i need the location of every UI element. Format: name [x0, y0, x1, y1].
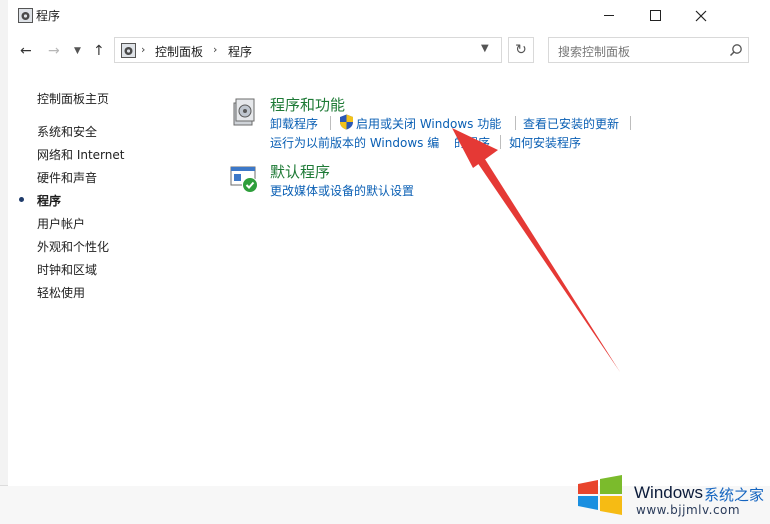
watermark-url: www.bjjmlv.com	[636, 503, 741, 517]
windows-logo-icon	[578, 475, 622, 515]
annotation-arrow	[452, 128, 620, 372]
watermark-brand-cn: 系统之家	[704, 486, 765, 504]
watermark-brand: Windows	[634, 483, 703, 502]
